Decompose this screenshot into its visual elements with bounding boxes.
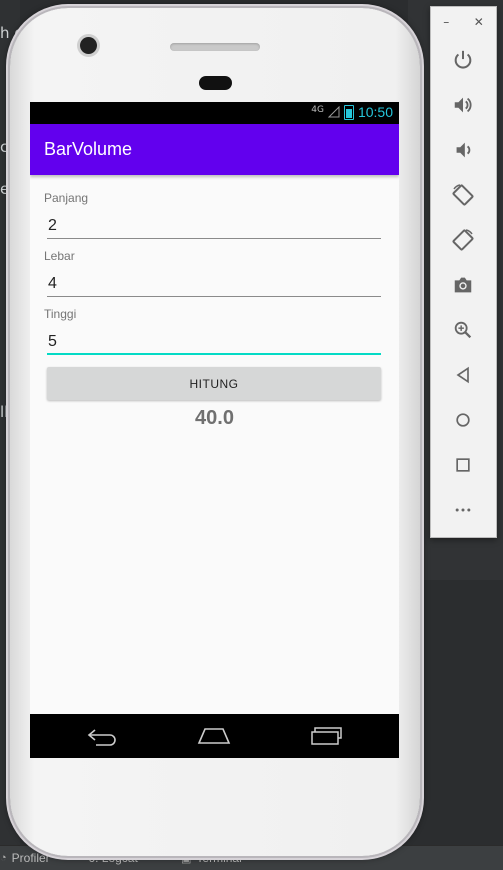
rotate-right-button[interactable] <box>448 225 478 255</box>
back-triangle-icon <box>456 366 469 384</box>
signal-icon <box>327 106 340 118</box>
back-icon <box>87 729 116 746</box>
speaker-grille <box>170 43 260 51</box>
rotate-left-icon <box>452 184 474 206</box>
nav-overview-button[interactable] <box>307 722 347 750</box>
more-button[interactable] <box>448 495 478 525</box>
volume-up-button[interactable] <box>448 90 478 120</box>
camera-icon <box>454 277 472 293</box>
home-button[interactable] <box>448 405 478 435</box>
rotate-right-icon <box>452 229 474 251</box>
app-bar: BarVolume <box>30 124 399 175</box>
status-bar: 4G 10:50 <box>30 102 399 124</box>
volume-down-icon <box>456 142 471 158</box>
tinggi-label: Tinggi <box>44 307 77 321</box>
nav-back-button[interactable] <box>82 722 122 750</box>
home-icon <box>197 728 231 744</box>
device-screen: 4G 10:50 BarVolume Panjang Lebar Tinggi … <box>30 102 399 758</box>
power-icon <box>454 50 472 69</box>
overview-button[interactable] <box>448 450 478 480</box>
battery-icon <box>343 104 354 120</box>
front-camera <box>80 37 97 54</box>
panjang-input[interactable] <box>47 215 381 237</box>
lebar-underline <box>47 296 381 297</box>
overview-icon <box>311 727 342 745</box>
tinggi-input[interactable] <box>47 331 381 353</box>
emulator-toolbar: – ✕ <box>430 6 497 538</box>
profiler-icon: ◔ <box>0 852 7 864</box>
zoom-button[interactable] <box>448 315 478 345</box>
home-circle-icon <box>456 413 470 427</box>
network-type: 4G <box>311 105 324 115</box>
back-button[interactable] <box>448 360 478 390</box>
volume-up-icon <box>454 97 472 113</box>
navigation-bar <box>30 714 399 758</box>
screenshot-button[interactable] <box>448 270 478 300</box>
power-button[interactable] <box>448 45 478 75</box>
zoom-icon <box>454 321 472 339</box>
tinggi-underline <box>47 353 381 355</box>
app-title: BarVolume <box>44 139 133 159</box>
volume-down-button[interactable] <box>448 135 478 165</box>
status-time: 10:50 <box>357 104 393 120</box>
earpiece <box>199 76 232 90</box>
close-icon[interactable]: ✕ <box>474 15 484 29</box>
lebar-input[interactable] <box>47 273 381 295</box>
minimize-icon[interactable]: – <box>443 15 449 29</box>
overview-square-icon <box>456 458 470 472</box>
result-text: 40.0 <box>195 407 234 429</box>
nav-home-button[interactable] <box>194 722 234 750</box>
lebar-label: Lebar <box>44 249 75 263</box>
hitung-button[interactable]: HITUNG <box>47 367 381 400</box>
panjang-underline <box>47 238 381 239</box>
rotate-left-button[interactable] <box>448 180 478 210</box>
profiler-tab-label: Profiler <box>11 851 50 865</box>
more-icon <box>455 508 471 512</box>
profiler-tab[interactable]: ◔ Profiler <box>0 851 50 865</box>
panjang-label: Panjang <box>44 191 89 205</box>
